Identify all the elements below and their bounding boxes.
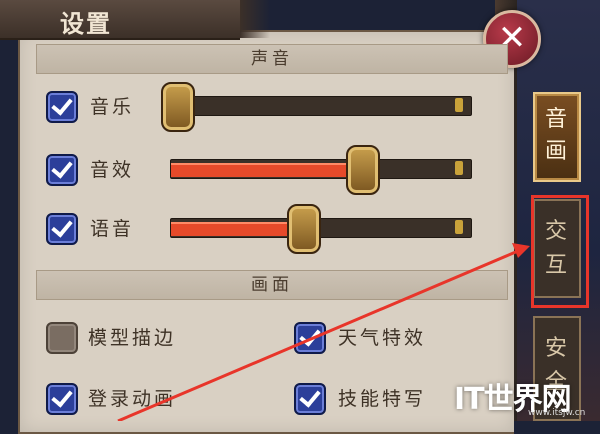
watermark-url: www.itsjw.cn (528, 408, 586, 418)
watermark-logo: IT世界网 www.itsjw.cn (454, 372, 600, 421)
annotation-arrow (117, 243, 530, 421)
